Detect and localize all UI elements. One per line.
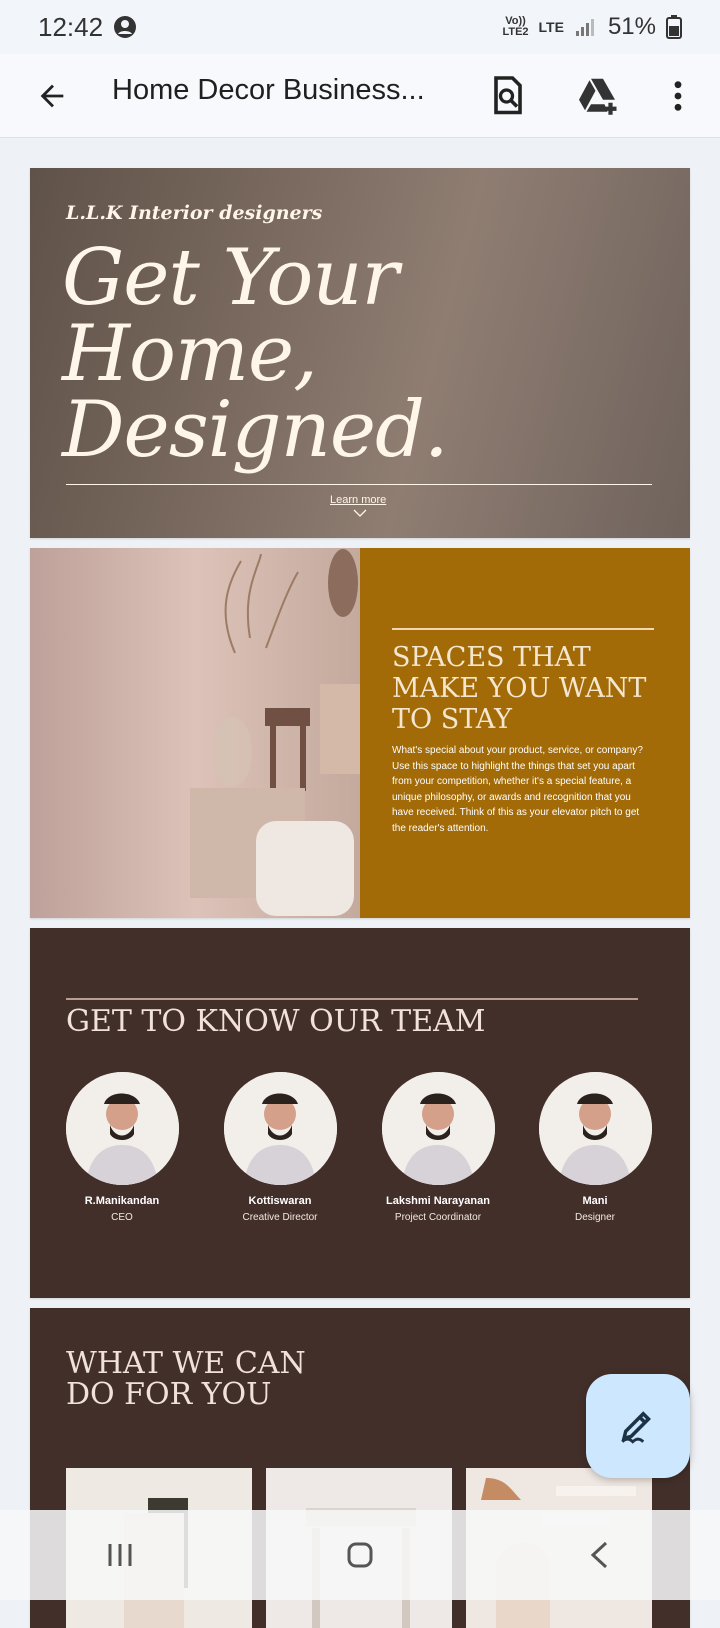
hero-title-line-1: Get Your Home, [62, 233, 399, 399]
hero-divider [66, 484, 652, 485]
add-to-drive-button[interactable] [574, 70, 626, 122]
home-button[interactable] [315, 1520, 405, 1590]
team-title: GET TO KNOW OUR TEAM [66, 1004, 486, 1039]
team-member-role: Creative Director [242, 1212, 318, 1223]
status-right: Vo)) LTE2 LTE 51% [502, 13, 682, 41]
team-member-role: CEO [111, 1212, 133, 1223]
spaces-title-line-3: TO STAY [392, 704, 512, 735]
more-vert-icon [674, 81, 682, 111]
drive-add-icon [579, 78, 617, 115]
spaces-title: SPACES THAT MAKE YOU WANT TO STAY [392, 642, 652, 735]
battery-icon [666, 15, 682, 39]
chevron-down-icon [353, 509, 367, 517]
team-member-3: Lakshmi Narayanan Project Coordinator [367, 1072, 509, 1223]
system-navigation-bar [0, 1510, 720, 1600]
services-title-line-1: WHAT WE CAN [66, 1346, 306, 1381]
interior-scene-image [30, 548, 360, 918]
services-title-line-2: DO FOR YOU [66, 1377, 272, 1412]
document-title: Home Decor Business... [112, 74, 425, 106]
hero-title: Get Your Home, Designed. [62, 233, 622, 475]
team-slide[interactable]: GET TO KNOW OUR TEAM R.Manikandan CEO Ko… [30, 928, 690, 1298]
carrier-indicator: Vo)) LTE2 [502, 16, 528, 38]
status-left: 12:42 [38, 12, 137, 43]
learn-more-link[interactable]: Learn more [330, 494, 386, 506]
recent-apps-button[interactable] [75, 1520, 165, 1590]
team-member-role: Designer [574, 1212, 616, 1223]
team-member-2: Kottiswaran Creative Director [209, 1072, 351, 1223]
network-type: LTE [538, 19, 564, 35]
spaces-title-line-1: SPACES THAT [392, 642, 591, 673]
home-icon [347, 1542, 373, 1568]
avatar [65, 1072, 179, 1185]
person-avatar-icon [65, 1072, 179, 1185]
back-arrow-icon [40, 84, 64, 108]
avatar [538, 1072, 652, 1185]
person-avatar-icon [538, 1072, 652, 1185]
app-bar: Home Decor Business... [0, 54, 720, 138]
recent-apps-icon [108, 1544, 132, 1566]
carrier-bottom: LTE2 [502, 26, 529, 38]
system-back-button[interactable] [555, 1520, 645, 1590]
battery-percent: 51% [607, 13, 656, 40]
system-back-icon [590, 1541, 608, 1569]
find-in-document-button[interactable] [482, 70, 534, 122]
services-title: WHAT WE CAN DO FOR YOU [66, 1348, 306, 1410]
hero-title-line-2: Designed. [62, 385, 449, 475]
team-member-name: Lakshmi Narayanan [386, 1195, 490, 1207]
brand-name: L.L.K Interior designers [66, 202, 323, 224]
status-bar: 12:42 Vo)) LTE2 LTE 51% [0, 0, 720, 54]
interior-photo [30, 548, 360, 918]
edit-pencil-icon [621, 1411, 651, 1444]
hero-slide[interactable]: L.L.K Interior designers Get Your Home, … [30, 168, 690, 538]
team-divider [66, 998, 638, 1000]
status-time: 12:42 [38, 11, 104, 42]
team-member-name: Mani [582, 1195, 608, 1207]
document-search-icon [494, 76, 522, 115]
team-member-name: Kottiswaran [248, 1195, 312, 1207]
team-member-name: R.Manikandan [84, 1195, 160, 1207]
avatar [223, 1072, 337, 1185]
spaces-body: What's special about your product, servi… [392, 745, 643, 834]
team-member-role: Project Coordinator [394, 1212, 482, 1223]
spaces-title-line-2: MAKE YOU WANT [392, 673, 647, 704]
more-options-button[interactable] [652, 70, 704, 122]
team-member-4: Mani Designer [524, 1072, 666, 1223]
account-status-icon [114, 16, 137, 38]
team-member-1: R.Manikandan CEO [51, 1072, 193, 1223]
edit-fab-button[interactable] [586, 1374, 690, 1478]
person-avatar-icon [223, 1072, 337, 1185]
avatar [381, 1072, 495, 1185]
back-button[interactable] [26, 70, 78, 122]
spaces-divider [392, 628, 654, 630]
signal-icon [575, 19, 594, 36]
spaces-slide[interactable]: SPACES THAT MAKE YOU WANT TO STAY What's… [30, 548, 690, 918]
person-avatar-icon [381, 1072, 495, 1185]
